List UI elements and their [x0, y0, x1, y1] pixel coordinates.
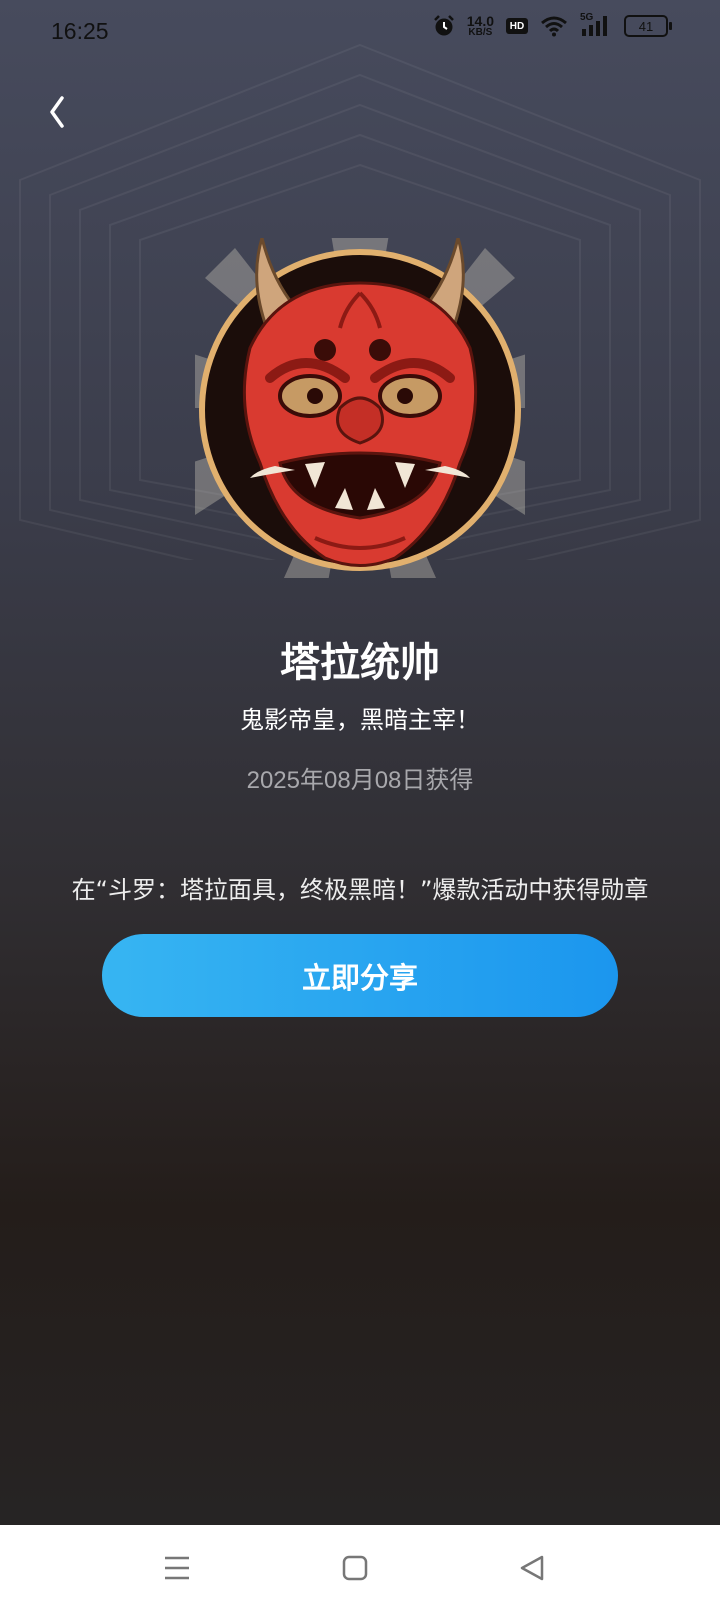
share-button[interactable]: 立即分享 — [102, 934, 618, 1017]
nav-home-button[interactable] — [335, 1550, 375, 1586]
wifi-icon — [541, 16, 567, 37]
signal-5g-icon: 5G — [580, 12, 612, 37]
system-nav-bar — [0, 1525, 720, 1612]
battery-icon: 41 — [624, 15, 672, 37]
nav-menu-button[interactable] — [157, 1550, 197, 1586]
badge-medal-image — [195, 238, 525, 578]
badge-motto: 鬼影帝皇，黑暗主宰！ — [240, 706, 480, 734]
home-square-icon — [342, 1555, 368, 1581]
nav-back-button[interactable] — [512, 1550, 552, 1586]
back-triangle-icon — [520, 1555, 544, 1581]
alarm-icon — [433, 15, 454, 36]
status-icons: 14.0 KB/S HD 5G 41 — [433, 12, 672, 38]
menu-icon — [165, 1556, 189, 1580]
badge-description: 在“斗罗：塔拉面具，终极黑暗！”爆款活动中获得勋章 — [71, 876, 649, 904]
network-speed: 14.0 KB/S — [466, 13, 494, 38]
badge-obtained-date: 2025年08月08日获得 — [246, 767, 474, 794]
badge-name: 塔拉统帅 — [280, 640, 440, 686]
hd-icon: HD — [506, 18, 528, 34]
